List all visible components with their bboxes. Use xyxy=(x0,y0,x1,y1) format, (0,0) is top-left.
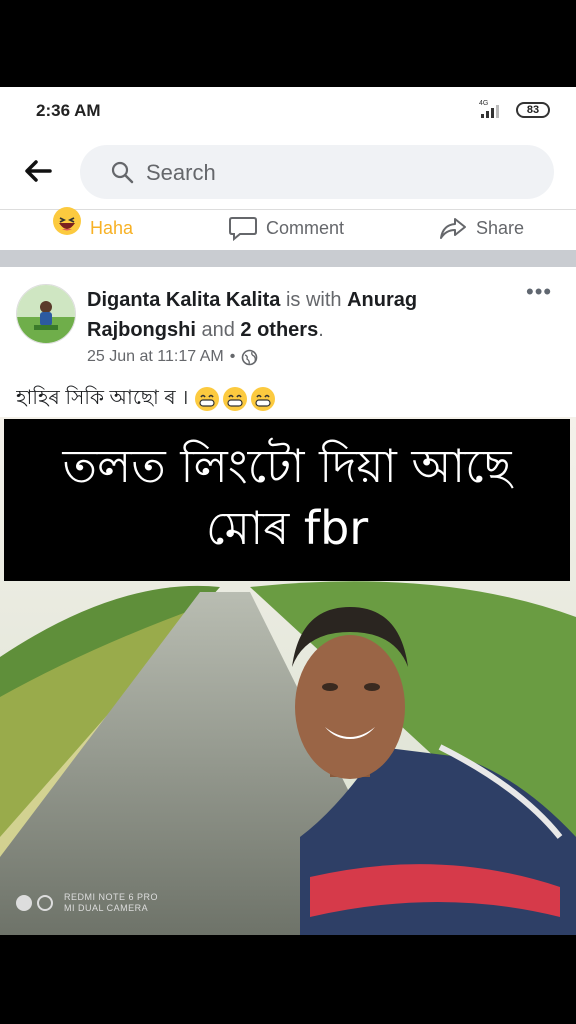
app-screen: 2:36 AM 4G 83 Search Haha Comment Share … xyxy=(0,87,576,935)
signal-icon: 4G xyxy=(479,100,499,118)
haha-button[interactable]: Haha xyxy=(52,207,134,246)
status-time: 2:36 AM xyxy=(36,101,101,120)
overlay-line1: তলত লিংটো দিয়া আছে xyxy=(62,439,512,493)
overlay-line2: মোৰ fbr xyxy=(205,501,369,555)
post-meta: 25 Jun at 11:17 AM • xyxy=(87,348,258,366)
feed-divider xyxy=(0,250,576,267)
tagged-name-first[interactable]: Anurag xyxy=(347,289,417,311)
network-label: 4G xyxy=(479,100,488,107)
avatar-image xyxy=(17,285,75,343)
post-header: Diganta Kalita Kalita is with Anurag Raj… xyxy=(0,267,576,377)
comment-icon xyxy=(229,217,257,241)
back-arrow-icon[interactable] xyxy=(22,157,54,185)
grin-emojis xyxy=(194,386,276,412)
more-options-button[interactable]: ••• xyxy=(526,279,552,305)
with-text: is with xyxy=(285,289,342,311)
author-name[interactable]: Diganta Kalita Kalita xyxy=(87,289,280,311)
grin-emoji-icon xyxy=(194,386,219,411)
post-attribution-line2: Rajbongshi and 2 others. xyxy=(87,319,324,341)
camera-watermark: REDMI NOTE 6 PRO MI DUAL CAMERA xyxy=(14,892,158,914)
reaction-bar: Haha Comment Share xyxy=(0,207,576,250)
grin-emoji-icon xyxy=(250,386,275,411)
watermark-line1: REDMI NOTE 6 PRO xyxy=(64,892,159,902)
post-date[interactable]: 25 Jun at 11:17 AM xyxy=(87,348,224,366)
battery-indicator: 83 xyxy=(516,102,550,118)
camera-dots-icon xyxy=(16,895,53,911)
post-text: হাহিৰ সিকি আছো ৰ । xyxy=(16,383,276,419)
haha-label: Haha xyxy=(90,217,134,238)
caption-overlay: তলত লিংটো দিয়া আছে মোৰ fbr xyxy=(4,419,570,581)
share-icon xyxy=(440,218,466,239)
author-avatar[interactable] xyxy=(16,284,76,344)
status-bar: 2:36 AM 4G 83 xyxy=(0,87,576,133)
others-link[interactable]: 2 others xyxy=(240,319,318,341)
share-button[interactable]: Share xyxy=(438,210,524,246)
search-placeholder: Search xyxy=(146,160,216,185)
post-caption: হাহিৰ সিকি আছো ৰ । xyxy=(16,387,189,409)
search-icon xyxy=(111,161,134,184)
comment-label: Comment xyxy=(266,217,345,238)
grin-emoji-icon xyxy=(222,386,247,411)
haha-emoji-icon xyxy=(53,207,81,235)
tagged-name-last[interactable]: Rajbongshi xyxy=(87,319,196,341)
and-text: and xyxy=(201,319,235,341)
globe-icon xyxy=(241,349,258,365)
post-attribution-line1: Diganta Kalita Kalita is with Anurag xyxy=(87,285,417,315)
comment-button[interactable]: Comment xyxy=(228,210,344,246)
search-input[interactable]: Search xyxy=(80,145,554,199)
search-header: Search xyxy=(0,133,576,209)
share-label: Share xyxy=(476,217,525,238)
watermark-line2: MI DUAL CAMERA xyxy=(64,903,149,913)
